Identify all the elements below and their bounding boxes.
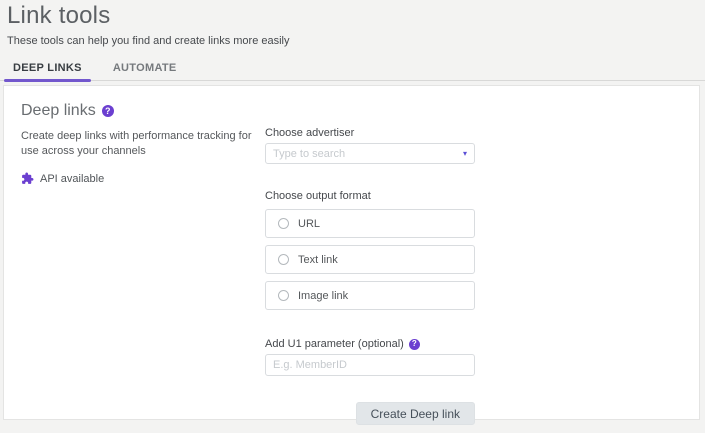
output-format-label: Choose output format [265,190,475,202]
output-option-text-link[interactable]: Text link [265,245,475,274]
section-heading: Deep links ? [21,102,261,120]
api-available-row: API available [21,172,261,185]
advertiser-select[interactable]: ▾ [265,143,475,164]
tab-deep-links-label: DEEP LINKS [13,62,82,74]
u1-parameter-label: Add U1 parameter (optional) ? [265,338,475,350]
deep-links-panel: Deep links ? Create deep links with perf… [3,85,700,420]
radio-url-label: URL [298,218,320,230]
u1-parameter-label-text: Add U1 parameter (optional) [265,338,404,350]
help-icon[interactable]: ? [102,105,114,117]
tab-bar: DEEP LINKS AUTOMATE [0,57,705,81]
u1-parameter-input[interactable] [265,354,475,376]
radio-image-link-label: Image link [298,290,348,302]
advertiser-search-input[interactable] [266,145,474,164]
tab-automate-label: AUTOMATE [113,62,177,74]
radio-text-link-label: Text link [298,254,338,266]
radio-url[interactable] [278,218,289,229]
link-tools-page: Link tools These tools can help you find… [0,0,705,433]
output-option-image-link[interactable]: Image link [265,281,475,310]
tab-deep-links[interactable]: DEEP LINKS [4,56,91,80]
create-deep-link-button[interactable]: Create Deep link [356,402,475,425]
u1-help-icon[interactable]: ? [409,339,420,350]
deep-link-form: Choose advertiser ▾ Choose output format… [265,86,475,425]
deep-links-intro: Deep links ? Create deep links with perf… [21,102,261,185]
radio-text-link[interactable] [278,254,289,265]
section-heading-text: Deep links [21,102,96,120]
puzzle-piece-icon [21,172,34,185]
advertiser-label: Choose advertiser [265,127,475,139]
page-title: Link tools [7,2,110,30]
submit-row: Create Deep link [265,402,475,425]
api-available-label: API available [40,173,104,185]
radio-image-link[interactable] [278,290,289,301]
tab-automate[interactable]: AUTOMATE [104,56,186,80]
page-subtitle: These tools can help you find and create… [7,35,290,47]
section-description: Create deep links with performance track… [21,129,259,159]
output-option-url[interactable]: URL [265,209,475,238]
